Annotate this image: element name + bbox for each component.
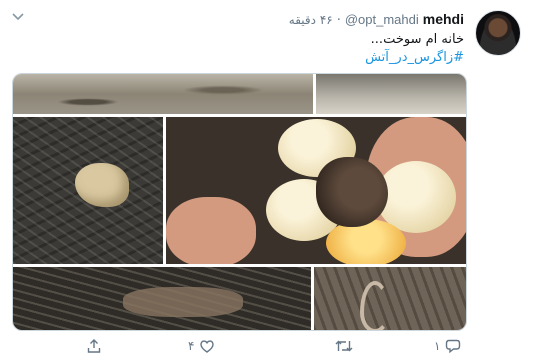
reply-button[interactable]: ۱ [434, 338, 461, 354]
burned-hillside-photo[interactable] [316, 74, 466, 114]
egg-shape [326, 219, 406, 264]
timestamp[interactable]: ۴۶ دقیقه [289, 13, 333, 27]
hand-shape [166, 197, 256, 264]
action-bar: ۴ ۱ [0, 338, 533, 358]
charred-ground-photo[interactable] [13, 267, 311, 330]
like-button[interactable]: ۴ [188, 338, 215, 354]
chevron-down-icon[interactable] [12, 12, 24, 22]
reply-icon [445, 338, 461, 354]
media-grid [12, 73, 467, 331]
burned-animal-photo[interactable] [13, 117, 163, 264]
share-button[interactable] [86, 338, 107, 354]
like-count: ۴ [188, 339, 195, 353]
separator-dot: · [336, 13, 341, 28]
hashtag-link[interactable]: #زاگرس_در_آتش [84, 49, 464, 67]
retweet-button[interactable] [330, 338, 353, 354]
snake-on-ground-photo[interactable] [314, 267, 466, 330]
chick-shape [316, 157, 388, 227]
retweet-icon [335, 338, 353, 354]
tweet-text: خانه ام سوخت... #زاگرس_در_آتش [84, 31, 464, 67]
tweet-body: خانه ام سوخت... [370, 32, 464, 47]
author-name[interactable]: mehdi [423, 11, 464, 27]
author-handle[interactable]: @opt_mahdi [345, 12, 419, 27]
avatar[interactable] [475, 10, 521, 56]
smoke-landscape-photo[interactable] [13, 74, 313, 114]
reply-count: ۱ [434, 339, 441, 353]
eggs-in-hand-photo[interactable] [166, 117, 466, 264]
tweet-header: mehdi @opt_mahdi · ۴۶ دقیقه [289, 11, 464, 29]
heart-icon [199, 338, 215, 354]
share-icon [86, 338, 102, 354]
